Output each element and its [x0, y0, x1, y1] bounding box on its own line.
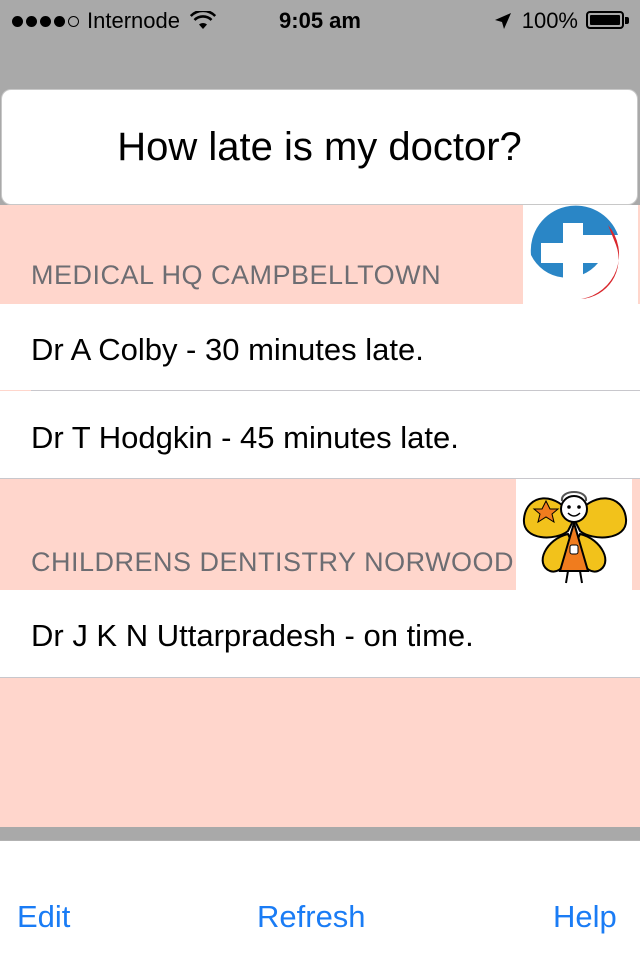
doctor-row[interactable]: Dr J K N Uttarpradesh - on time.: [0, 590, 640, 677]
refresh-button[interactable]: Refresh: [257, 899, 366, 935]
doctor-status: Dr A Colby - 30 minutes late.: [31, 332, 424, 367]
battery-icon: [586, 11, 630, 31]
doctor-row[interactable]: Dr T Hodgkin - 45 minutes late.: [0, 391, 640, 478]
doctor-row[interactable]: Dr A Colby - 30 minutes late.: [0, 304, 640, 390]
help-button[interactable]: Help: [553, 899, 617, 935]
doctor-status: Dr T Hodgkin - 45 minutes late.: [31, 420, 459, 455]
bottom-toolbar: Edit Refresh Help: [0, 840, 640, 960]
section-title: CHILDRENS DENTISTRY NORWOOD: [31, 547, 515, 577]
section-title: MEDICAL HQ CAMPBELLTOWN: [31, 260, 442, 290]
page-title: How late is my doctor?: [117, 124, 522, 169]
section-divider: [0, 677, 640, 678]
location-arrow-icon: [494, 13, 511, 29]
status-right: 100%: [494, 8, 630, 34]
section-header-childrens-dentistry: CHILDRENS DENTISTRY NORWOOD: [0, 479, 640, 590]
status-bar: Internode 9:05 am 100%: [0, 0, 640, 40]
doctor-list[interactable]: MEDICAL HQ CAMPBELLTOWN Dr A Colby - 30 …: [0, 205, 640, 827]
doctor-status: Dr J K N Uttarpradesh - on time.: [31, 618, 474, 653]
medical-cross-logo-icon: [523, 205, 638, 309]
battery-percent: 100%: [521, 8, 578, 33]
tooth-fairy-logo-icon: [516, 479, 632, 590]
edit-button[interactable]: Edit: [17, 899, 70, 935]
section-header-medical-hq: MEDICAL HQ CAMPBELLTOWN: [0, 205, 640, 309]
title-bar: How late is my doctor?: [1, 89, 638, 205]
